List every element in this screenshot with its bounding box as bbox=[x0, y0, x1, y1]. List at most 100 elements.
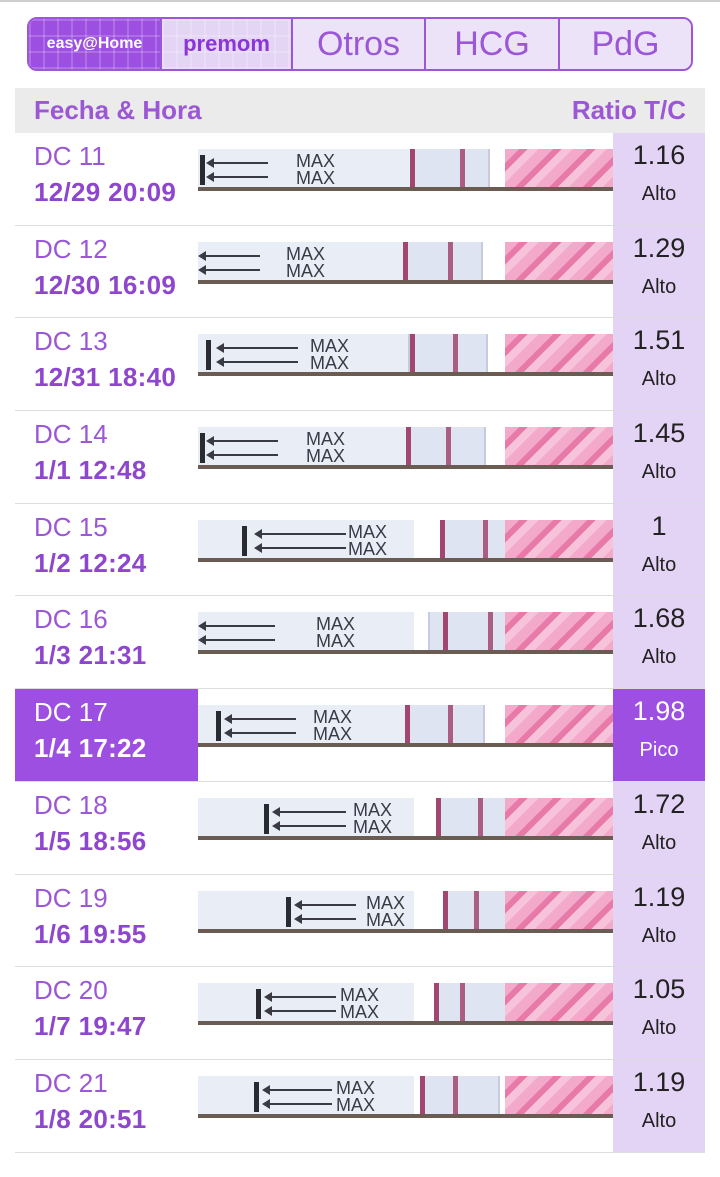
test-strip-photo: MAX MAX bbox=[198, 427, 613, 470]
table-row[interactable]: DC 20 1/7 19:47 MAX MAX 1.05 Alto bbox=[15, 967, 705, 1060]
ratio-level: Alto bbox=[641, 831, 677, 854]
strip-test-line bbox=[420, 1075, 425, 1114]
test-strip-photo: MAX MAX bbox=[198, 797, 613, 840]
table-row[interactable]: DC 15 1/2 12:24 MAX MAX 1 Alto bbox=[15, 503, 705, 597]
table-row[interactable]: DC 21 1/8 20:51 MAX MAX 1.19 Alto bbox=[15, 1059, 705, 1153]
ratio-level: Alto bbox=[641, 461, 677, 484]
test-strip-photo: MAX MAX bbox=[198, 334, 613, 377]
ratio-value: 1.29 bbox=[632, 232, 686, 263]
test-strip-photo: MAX MAX bbox=[198, 1075, 613, 1118]
strip-handle bbox=[198, 983, 414, 1022]
strip-control-line bbox=[478, 797, 483, 836]
strip-arrow-icon bbox=[262, 1098, 332, 1109]
strip-test-line bbox=[440, 519, 445, 558]
brand-tab-bar: easy@Home premom Otros HCG PdG bbox=[27, 17, 693, 71]
ratio-value: 1.45 bbox=[632, 418, 686, 449]
tab-pdg[interactable]: PdG bbox=[560, 19, 691, 69]
strip-arrow-icon bbox=[294, 899, 356, 910]
strip-arrow-icon bbox=[198, 621, 275, 632]
ratio-cell: 1.68 Alto bbox=[613, 596, 705, 689]
table-row[interactable]: DC 17 1/4 17:22 MAX MAX 1.98 Pico bbox=[15, 689, 705, 782]
strip-max-text: MAX MAX bbox=[313, 707, 353, 745]
table-row[interactable]: DC 19 1/6 19:55 MAX MAX 1.19 Alto bbox=[15, 874, 705, 968]
strip-test-line bbox=[406, 427, 411, 466]
ratio-level: Alto bbox=[641, 924, 677, 947]
table-row[interactable]: DC 12 12/30 16:09 MAX MAX 1.29 Alto bbox=[15, 225, 705, 319]
strip-arrow-icon bbox=[206, 450, 278, 461]
table-row[interactable]: DC 18 1/5 18:56 MAX MAX 1.72 Alto bbox=[15, 781, 705, 875]
ratio-value: 1.19 bbox=[632, 881, 686, 912]
strip-mark bbox=[264, 803, 269, 834]
cycle-day: DC 20 bbox=[34, 975, 108, 1006]
strip-arrow-icon bbox=[254, 542, 346, 553]
test-datetime: 1/3 21:31 bbox=[34, 640, 147, 671]
strip-result-window bbox=[403, 241, 483, 280]
strip-lh-label bbox=[505, 890, 613, 929]
strip-control-line bbox=[474, 890, 479, 929]
strip-result-window bbox=[434, 983, 514, 1022]
ratio-level: Alto bbox=[641, 553, 677, 576]
test-datetime: 1/7 19:47 bbox=[34, 1011, 147, 1042]
tab-easy-home[interactable]: easy@Home bbox=[29, 19, 162, 69]
row-date-cell: DC 19 1/6 19:55 bbox=[15, 875, 198, 967]
strip-test-line bbox=[410, 149, 415, 187]
ratio-cell: 1.19 Alto bbox=[613, 1059, 705, 1152]
test-datetime: 12/30 16:09 bbox=[34, 269, 177, 300]
strip-arrow-icon bbox=[254, 528, 346, 539]
strip-result-window bbox=[420, 1075, 500, 1114]
strip-arrow-icon bbox=[198, 250, 260, 261]
tab-premom[interactable]: premom bbox=[162, 19, 293, 69]
table-row[interactable]: DC 11 12/29 20:09 MAX MAX 1.16 Alto bbox=[15, 133, 705, 226]
strip-control-line bbox=[488, 612, 493, 651]
strip-arrow-icon bbox=[224, 728, 296, 739]
strip-arrow-icon bbox=[224, 714, 296, 725]
strip-result-window bbox=[428, 612, 508, 651]
ratio-level: Alto bbox=[641, 646, 677, 669]
strip-arrow-icon bbox=[272, 806, 346, 817]
ratio-cell: 1.98 Pico bbox=[613, 689, 705, 781]
ratio-cell: 1.51 Alto bbox=[613, 318, 705, 411]
ratio-cell: 1.72 Alto bbox=[613, 781, 705, 874]
strip-test-line bbox=[405, 705, 410, 744]
strip-mark bbox=[206, 340, 211, 371]
strip-lh-label bbox=[505, 797, 613, 836]
ratio-cell: 1.19 Alto bbox=[613, 874, 705, 967]
strip-max-text: MAX MAX bbox=[310, 336, 350, 374]
strip-arrow-icon bbox=[198, 635, 275, 646]
ratio-value: 1.51 bbox=[632, 325, 686, 356]
table-row[interactable]: DC 16 1/3 21:31 MAX MAX 1.68 Alto bbox=[15, 596, 705, 690]
strip-control-line bbox=[448, 705, 453, 744]
strip-mark bbox=[286, 896, 291, 927]
strip-lh-label bbox=[505, 705, 613, 744]
tab-premom-label: premom bbox=[183, 31, 270, 56]
row-date-cell: DC 13 12/31 18:40 bbox=[15, 318, 198, 410]
strip-max-text: MAX MAX bbox=[340, 985, 380, 1023]
cycle-day: DC 14 bbox=[34, 419, 108, 450]
strip-mark bbox=[200, 433, 205, 464]
strip-control-line bbox=[446, 427, 451, 466]
tab-hcg[interactable]: HCG bbox=[426, 19, 560, 69]
cycle-day: DC 13 bbox=[34, 326, 108, 357]
table-row[interactable]: DC 14 1/1 12:48 MAX MAX 1.45 Alto bbox=[15, 411, 705, 504]
test-datetime: 1/4 17:22 bbox=[34, 733, 147, 764]
strip-arrow-icon bbox=[294, 913, 356, 924]
tab-pdg-label: PdG bbox=[591, 24, 660, 63]
ratio-level: Alto bbox=[641, 275, 677, 298]
row-date-cell: DC 14 1/1 12:48 bbox=[15, 411, 198, 503]
strip-mark bbox=[254, 1081, 259, 1112]
strip-result-window bbox=[405, 705, 485, 744]
ratio-level: Alto bbox=[641, 1109, 677, 1132]
table-row[interactable]: DC 13 12/31 18:40 MAX MAX 1.51 Alto bbox=[15, 318, 705, 412]
strip-test-line bbox=[436, 797, 441, 836]
ratio-value: 1.68 bbox=[632, 603, 686, 634]
strip-arrow-icon bbox=[206, 436, 278, 447]
strip-max-text: MAX MAX bbox=[296, 151, 336, 188]
ratio-cell: 1.45 Alto bbox=[613, 411, 705, 503]
test-strip-photo: MAX MAX bbox=[198, 890, 613, 933]
strip-test-line bbox=[434, 983, 439, 1022]
ratio-level: Alto bbox=[641, 183, 677, 205]
strip-arrow-icon bbox=[206, 172, 268, 182]
tab-otros[interactable]: Otros bbox=[293, 19, 426, 69]
strip-lh-label bbox=[505, 983, 613, 1022]
ratio-cell: 1.29 Alto bbox=[613, 225, 705, 318]
